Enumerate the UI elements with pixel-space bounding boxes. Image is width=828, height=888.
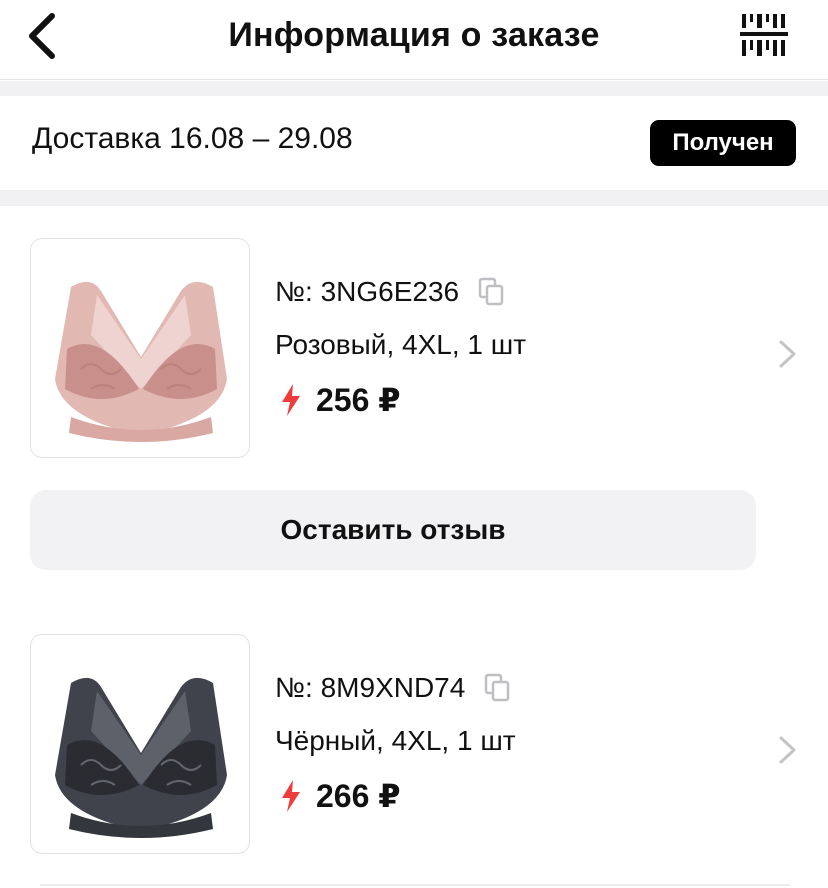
copy-icon[interactable] xyxy=(483,673,513,703)
lightning-icon xyxy=(282,384,300,416)
sku-text: №: 8M9XND74 xyxy=(275,672,466,703)
item-price: 266 ₽ xyxy=(316,778,401,814)
product-image[interactable] xyxy=(30,238,250,458)
lightning-icon xyxy=(282,780,300,812)
page-title: Информация о заказе xyxy=(228,16,600,54)
item-price: 256 ₽ xyxy=(316,382,401,418)
chevron-right-icon[interactable] xyxy=(776,734,800,766)
divider xyxy=(40,884,790,886)
section-divider xyxy=(0,190,828,206)
copy-icon[interactable] xyxy=(477,277,507,307)
item-price-row: 256 ₽ xyxy=(278,381,401,419)
item-variant: Чёрный, 4XL, 1 шт xyxy=(275,725,516,756)
status-badge: Получен xyxy=(650,120,796,166)
product-image[interactable] xyxy=(30,634,250,854)
item-variant: Розовый, 4XL, 1 шт xyxy=(275,329,527,360)
item-price-row: 266 ₽ xyxy=(278,777,401,815)
barcode-button[interactable] xyxy=(740,12,788,58)
barcode-icon xyxy=(740,14,788,56)
top-bar: Информация о заказе xyxy=(0,0,828,80)
item-sku: №: 8M9XND74 xyxy=(275,672,513,704)
section-divider xyxy=(0,81,828,96)
chevron-right-icon[interactable] xyxy=(776,338,800,370)
black-bra-image xyxy=(55,677,227,838)
item-sku: №: 3NG6E236 xyxy=(275,276,507,308)
leave-review-button[interactable]: Оставить отзыв xyxy=(30,490,756,570)
pink-bra-image xyxy=(55,281,227,442)
delivery-dates: Доставка 16.08 – 29.08 xyxy=(32,122,353,155)
sku-text: №: 3NG6E236 xyxy=(275,276,460,307)
